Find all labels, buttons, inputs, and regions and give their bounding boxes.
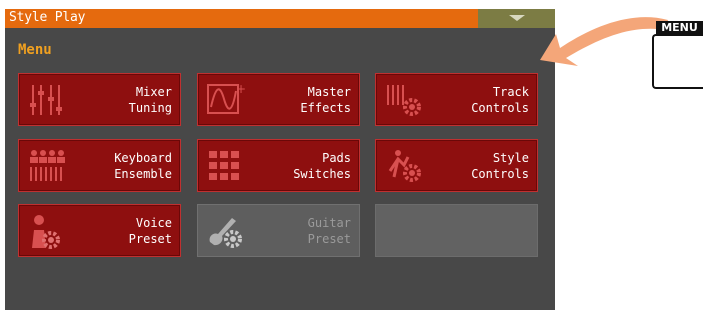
pointer-arrow [540, 17, 668, 66]
menu-button-label: MENU [656, 21, 703, 34]
menu-hardware-button[interactable] [652, 34, 703, 89]
